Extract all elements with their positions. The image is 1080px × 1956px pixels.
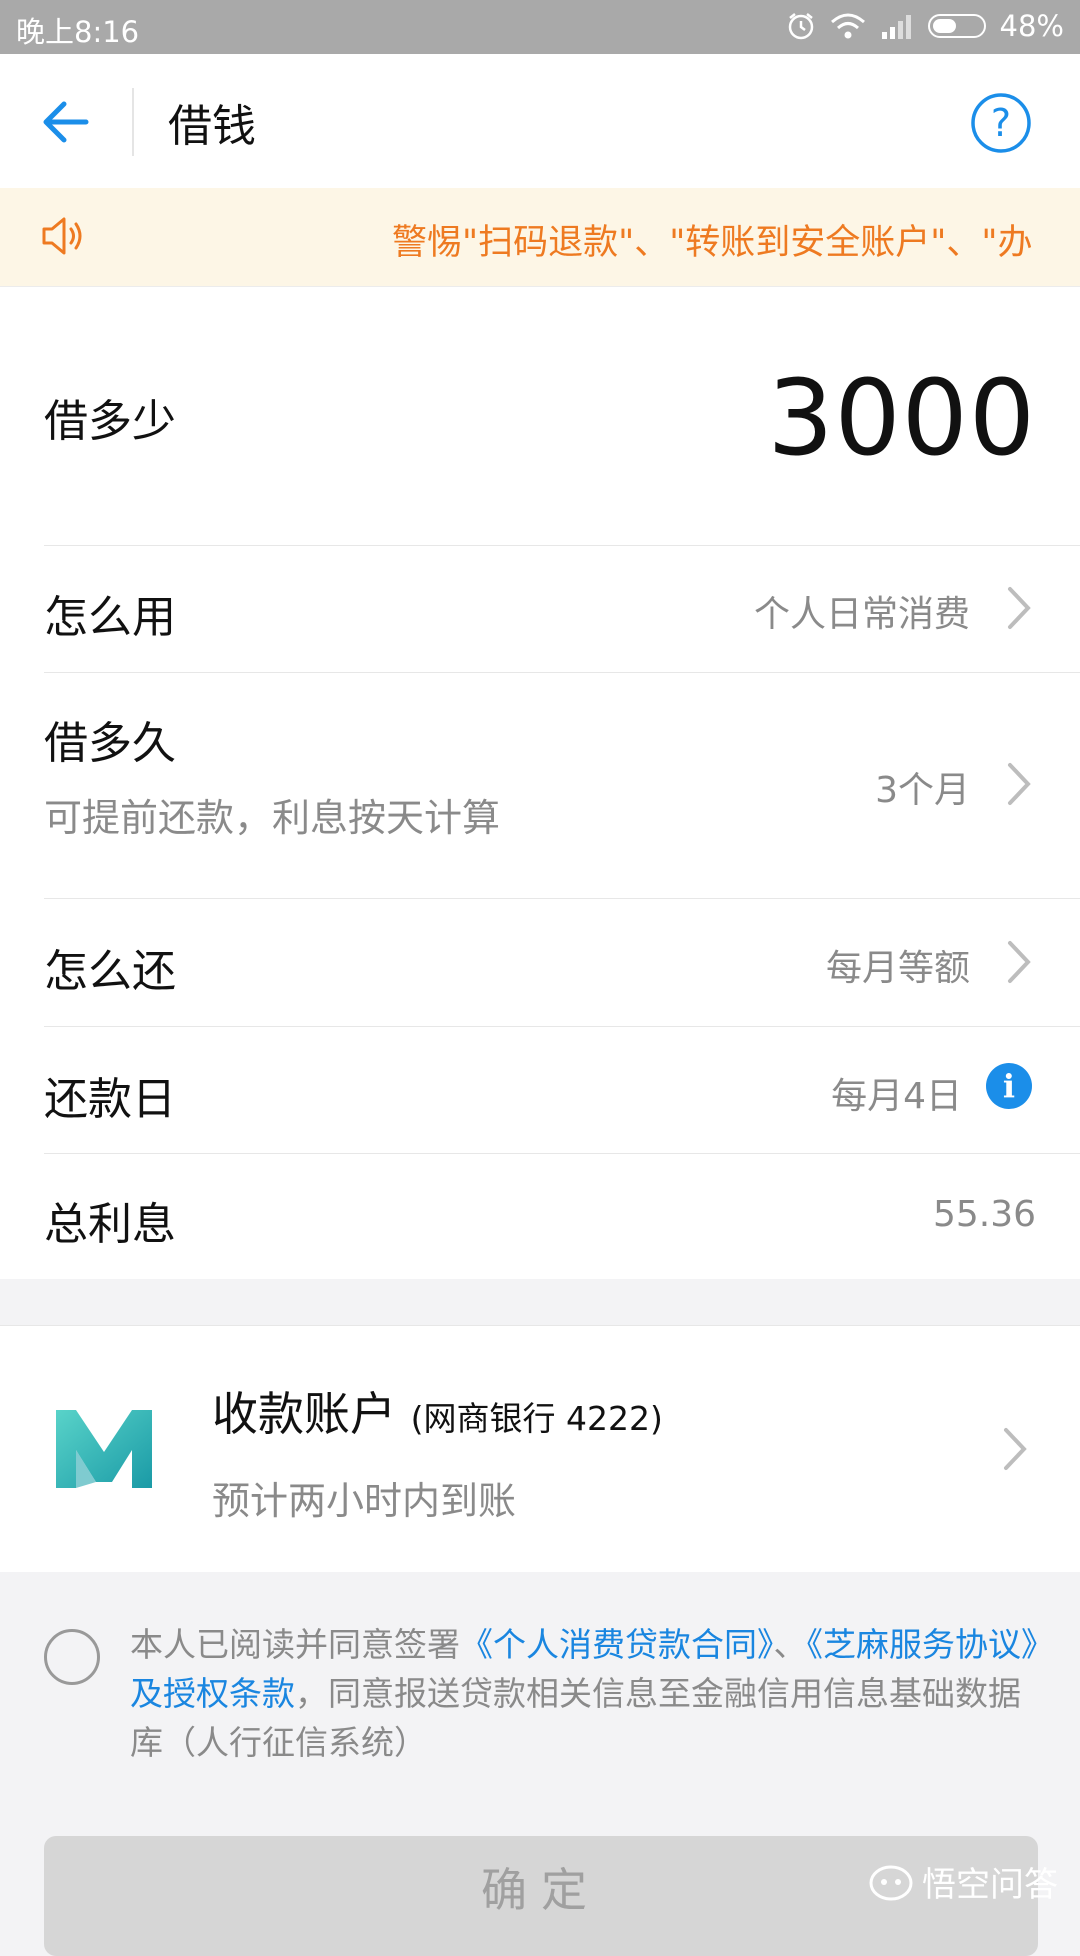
status-bar: 晚上8:16 48%	[0, 0, 1080, 54]
interest-value: 55.36	[932, 1194, 1036, 1235]
security-notice-bar[interactable]: 警惕"扫码退款"、"转账到安全账户"、"办	[0, 188, 1080, 287]
wukong-logo-icon	[869, 1865, 913, 1900]
amount-row[interactable]: 借多少 3000	[44, 287, 1080, 546]
chevron-right-icon	[1008, 941, 1031, 983]
account-title: 收款账户 (网商银行 4222)	[212, 1378, 663, 1444]
amount-value[interactable]: 3000	[767, 357, 1036, 479]
page-title: 借钱	[168, 101, 256, 152]
status-time: 晚上8:16	[16, 15, 140, 49]
svg-text:?: ?	[991, 101, 1011, 145]
agreement-prefix: 本人已阅读并同意签署	[130, 1625, 460, 1664]
repay-day-label: 还款日	[44, 1074, 176, 1125]
usage-value: 个人日常消费	[753, 594, 970, 635]
help-icon[interactable]: ?	[970, 92, 1032, 154]
info-icon[interactable]: i	[986, 1063, 1032, 1109]
repay-method-value: 每月等额	[825, 948, 970, 989]
header-divider	[132, 88, 134, 156]
interest-row: 总利息 55.36	[44, 1154, 1080, 1279]
repay-method-row[interactable]: 怎么还 每月等额	[44, 899, 1080, 1027]
nav-header: 借钱 ?	[0, 54, 1080, 188]
account-title-text: 收款账户	[212, 1387, 396, 1441]
account-subtitle: 预计两小时内到账	[212, 1479, 517, 1523]
battery-percent: 48%	[999, 9, 1064, 43]
chevron-right-icon	[1008, 763, 1031, 805]
amount-label: 借多少	[44, 396, 176, 447]
loan-form: 借多少 3000 怎么用 个人日常消费 借多久 可提前还款，利息按天计算 3个月…	[0, 287, 1080, 1279]
usage-row[interactable]: 怎么用 个人日常消费	[44, 545, 1080, 673]
term-row[interactable]: 借多久 可提前还款，利息按天计算 3个月	[44, 673, 1080, 899]
watermark-text: 悟空问答	[922, 1865, 1058, 1905]
term-label: 借多久	[44, 718, 176, 769]
account-bank: (网商银行 4222)	[410, 1399, 663, 1438]
watermark: 悟空问答	[868, 1857, 1058, 1906]
term-sublabel: 可提前还款，利息按天计算	[44, 796, 501, 840]
receiving-account[interactable]: 收款账户 (网商银行 4222) 预计两小时内到账	[0, 1325, 1080, 1572]
wifi-icon	[830, 13, 865, 39]
agreement-text: 本人已阅读并同意签署《个人消费贷款合同》、《芝麻服务协议》及授权条款，同意报送贷…	[130, 1620, 1040, 1767]
status-icons: 48%	[786, 9, 1064, 43]
repay-method-label: 怎么还	[44, 946, 176, 997]
signal-icon	[881, 15, 911, 39]
chevron-right-icon	[1004, 1428, 1027, 1470]
speaker-icon	[42, 217, 82, 255]
usage-label: 怎么用	[44, 592, 176, 643]
interest-label: 总利息	[44, 1199, 176, 1250]
agree-checkbox[interactable]	[44, 1629, 100, 1685]
repay-day-value: 每月4日	[831, 1076, 962, 1117]
loan-contract-link[interactable]: 《个人消费贷款合同》	[460, 1625, 774, 1664]
mybank-logo-icon	[56, 1410, 152, 1488]
alarm-icon	[788, 13, 813, 40]
notice-text: 警惕"扫码退款"、"转账到安全账户"、"办	[392, 223, 1033, 263]
back-arrow-icon[interactable]	[38, 94, 94, 150]
chevron-right-icon	[1008, 587, 1031, 629]
battery-icon	[927, 14, 986, 38]
agreement-separator: 、	[773, 1625, 807, 1664]
repay-day-row: 还款日 每月4日 i	[44, 1027, 1080, 1154]
term-value: 3个月	[875, 770, 970, 811]
